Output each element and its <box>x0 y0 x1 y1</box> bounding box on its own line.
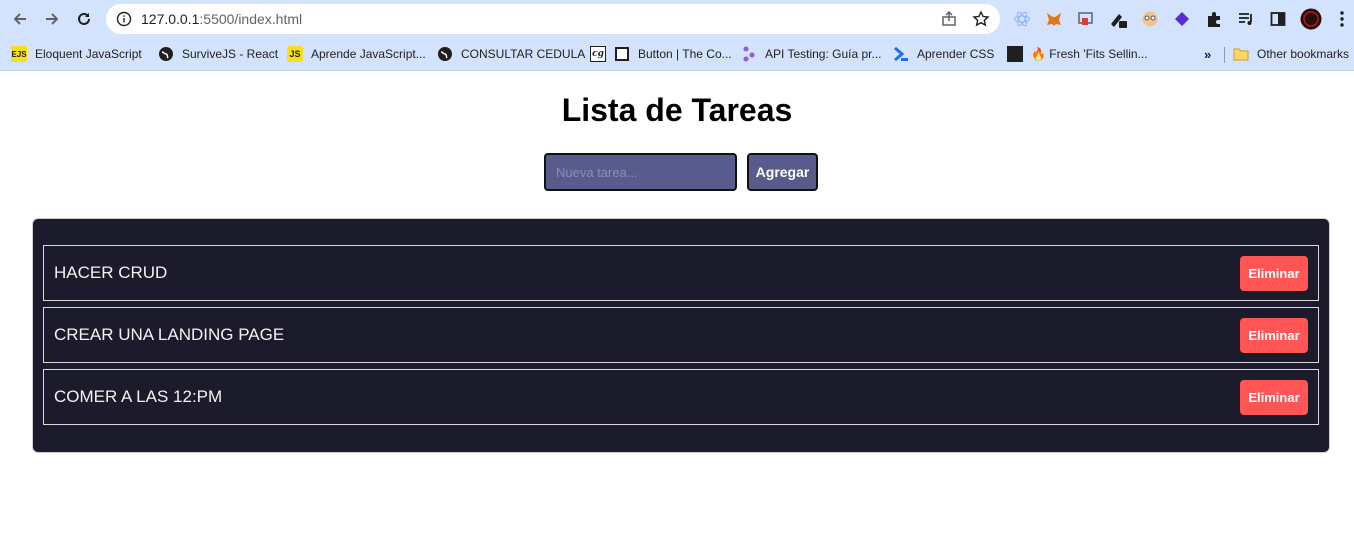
react-devtools-icon[interactable] <box>1012 9 1032 29</box>
reload-icon[interactable] <box>72 7 96 31</box>
dark-favicon-icon <box>1007 46 1023 62</box>
url-host: 127.0.0.1 <box>141 11 200 27</box>
add-task-button[interactable]: Agregar <box>747 153 818 191</box>
task-item: COMER A LAS 12:PM Eliminar <box>43 369 1319 425</box>
task-text: COMER A LAS 12:PM <box>54 387 223 406</box>
bookmark-label: 🔥 Fresh 'Fits Sellin... <box>1031 47 1148 61</box>
other-bookmarks-folder[interactable]: Other bookmarks <box>1233 45 1349 63</box>
layers-extension-icon[interactable] <box>1172 9 1192 29</box>
api-favicon-icon <box>741 46 757 62</box>
browser-toolbar: 127.0.0.1:5500/index.html _ <box>0 0 1354 38</box>
devtools-extension-icon[interactable]: _ <box>1108 9 1128 29</box>
more-bookmarks-chevron[interactable]: » <box>1204 45 1211 63</box>
forward-icon[interactable] <box>40 7 64 31</box>
bookmark-cg[interactable]: cg <box>590 45 606 63</box>
bookmark-label: Aprende JavaScript... <box>311 47 426 61</box>
cg-favicon-icon: cg <box>590 46 606 62</box>
puzzle-extensions-icon[interactable] <box>1204 9 1224 29</box>
bookmarks-divider <box>1224 47 1225 63</box>
task-item: HACER CRUD Eliminar <box>43 245 1319 301</box>
task-item: CREAR UNA LANDING PAGE Eliminar <box>43 307 1319 363</box>
bookmark-label: Button | The Co... <box>638 47 732 61</box>
bookmark-aprender-css[interactable]: Aprender CSS <box>893 45 994 63</box>
bookmark-label: Other bookmarks <box>1257 47 1350 61</box>
globe-icon <box>437 46 453 62</box>
ejs-favicon-icon: EJS <box>11 46 27 62</box>
bookmark-fresh-fits[interactable]: 🔥 Fresh 'Fits Sellin... <box>1031 45 1148 63</box>
address-bar[interactable]: 127.0.0.1:5500/index.html <box>106 4 1000 34</box>
url-path: :5500/index.html <box>199 11 303 27</box>
js-favicon-icon: JS <box>287 46 303 62</box>
folder-icon <box>1233 46 1249 62</box>
bookmark-api-testing[interactable]: API Testing: Guía pr... <box>741 45 882 63</box>
globe-icon <box>158 46 174 62</box>
new-task-input[interactable] <box>544 153 737 191</box>
bookmark-star-icon[interactable] <box>972 10 990 28</box>
bookmark-label: SurviveJS - React <box>182 47 279 61</box>
page-title: Lista de Tareas <box>561 92 793 128</box>
delete-task-button[interactable]: Eliminar <box>1240 318 1308 353</box>
page-content: Lista de Tareas Agregar HACER CRUD Elimi… <box>0 72 1354 550</box>
task-list: HACER CRUD Eliminar CREAR UNA LANDING PA… <box>32 218 1330 453</box>
bookmark-label: CONSULTAR CEDULA <box>461 47 586 61</box>
profile-avatar[interactable] <box>1300 8 1322 30</box>
cast-extension-icon[interactable] <box>1076 9 1096 29</box>
bookmark-aprende-js[interactable]: JS Aprende JavaScript... <box>287 45 426 63</box>
side-panel-icon[interactable] <box>1268 9 1288 29</box>
back-icon[interactable] <box>8 7 32 31</box>
square-favicon-icon <box>614 46 630 62</box>
delete-task-button[interactable]: Eliminar <box>1240 380 1308 415</box>
site-info-icon[interactable] <box>116 11 132 27</box>
bookmark-eloquent-js[interactable]: EJS Eloquent JavaScript <box>11 45 142 63</box>
metamask-fox-icon[interactable] <box>1044 9 1064 29</box>
url-text[interactable]: 127.0.0.1:5500/index.html <box>141 11 302 27</box>
delete-task-button[interactable]: Eliminar <box>1240 256 1308 291</box>
reading-list-icon[interactable] <box>1236 9 1256 29</box>
task-text: HACER CRUD <box>54 263 168 282</box>
bookmark-survivejs[interactable]: SurviveJS - React <box>158 45 278 63</box>
bookmarks-bar: EJS Eloquent JavaScript SurviveJS - Reac… <box>0 38 1354 71</box>
bookmark-button-the-co[interactable]: Button | The Co... <box>614 45 732 63</box>
face-extension-icon[interactable] <box>1140 9 1160 29</box>
bookmark-consultar-cedula[interactable]: CONSULTAR CEDULA <box>437 45 585 63</box>
bookmark-label: Aprender CSS <box>917 47 995 61</box>
bookmark-label: API Testing: Guía pr... <box>765 47 882 61</box>
share-icon[interactable] <box>940 10 958 28</box>
bookmark-label: Eloquent JavaScript <box>35 47 142 61</box>
task-text: CREAR UNA LANDING PAGE <box>54 325 285 344</box>
chevron-favicon-icon <box>893 46 909 62</box>
kebab-menu-icon[interactable] <box>1332 9 1352 29</box>
bookmark-dark[interactable] <box>1007 45 1023 63</box>
